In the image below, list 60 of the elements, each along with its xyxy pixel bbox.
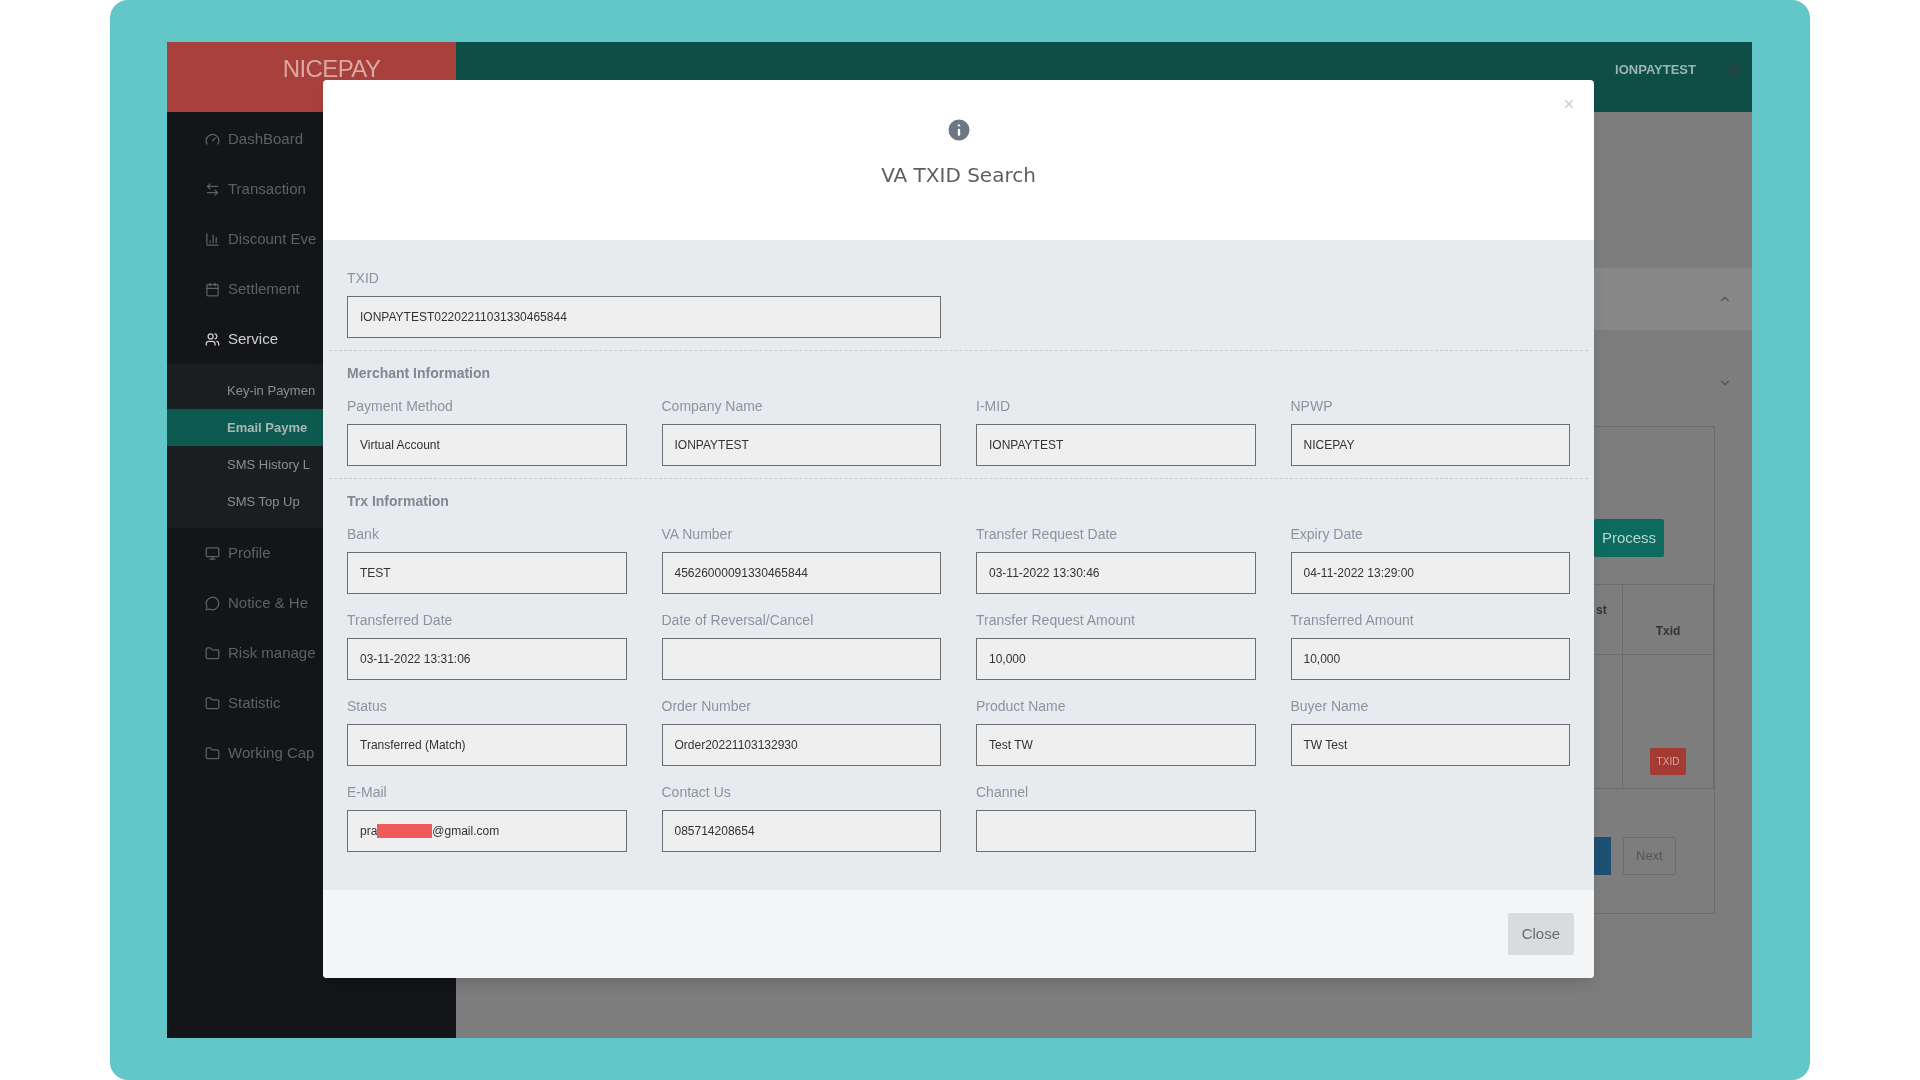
gauge-icon	[205, 131, 220, 147]
field-label: Date of Reversal/Cancel	[661, 611, 815, 630]
field-label: Status	[347, 697, 388, 716]
text-field[interactable]: NICEPAY	[1290, 424, 1570, 466]
text-field[interactable]: 10,000	[1290, 638, 1570, 680]
text-field[interactable]: 03-11-2022 13:31:06	[347, 638, 627, 680]
field-label: Bank	[347, 525, 380, 544]
text-field[interactable]: IONPAYTEST	[661, 424, 941, 466]
text-field[interactable]	[976, 810, 1256, 852]
close-icon[interactable]	[1562, 97, 1576, 111]
field-label: Contact Us	[661, 783, 732, 802]
chat-icon	[205, 595, 220, 611]
text-field[interactable]: Virtual Account	[347, 424, 627, 466]
field-label: Buyer Name	[1290, 697, 1370, 716]
bar-chart-icon	[205, 231, 220, 247]
users-icon	[205, 331, 220, 347]
text-field[interactable]: 45626000091330465844	[661, 552, 941, 594]
arrows-icon	[205, 181, 220, 197]
close-button[interactable]: Close	[1507, 913, 1574, 955]
modal-title: VA TXID Search	[881, 162, 1036, 189]
field-label: Company Name	[661, 397, 764, 416]
text-field[interactable]: 10,000	[976, 638, 1256, 680]
text-field[interactable]: Transferred (Match)	[347, 724, 627, 766]
field-label: Channel	[976, 783, 1030, 802]
page-button[interactable]	[1594, 837, 1611, 875]
folder-icon	[205, 695, 220, 711]
text-field[interactable]: IONPAYTEST02202211031330465844	[347, 296, 941, 338]
text-field[interactable]: IONPAYTEST	[976, 424, 1256, 466]
field-label: I-MID	[976, 397, 1012, 416]
field-label: Product Name	[976, 697, 1067, 716]
text-field[interactable]: TW Test	[1290, 724, 1570, 766]
field-label: E-Mail	[347, 783, 388, 802]
text-field[interactable]: 03-11-2022 13:30:46	[976, 552, 1256, 594]
table-header: Txid	[1654, 623, 1682, 640]
field-label: Expiry Date	[1290, 525, 1364, 544]
settings-icon[interactable]	[1726, 62, 1742, 78]
logo: NICEPAY	[282, 56, 381, 82]
field-label: VA Number	[661, 525, 734, 544]
field-label: Order Number	[661, 697, 752, 716]
monitor-icon	[205, 545, 220, 561]
text-field[interactable]: 04-11-2022 13:29:00	[1290, 552, 1570, 594]
section-title: Trx Information	[347, 492, 450, 511]
field-label: Transferred Amount	[1290, 611, 1415, 630]
folder-icon	[205, 645, 220, 661]
field-label: Transfer Request Date	[976, 525, 1119, 544]
user-name[interactable]: IONPAYTEST	[1615, 60, 1696, 80]
text-field[interactable]: pra @gmail.com	[347, 810, 627, 852]
field-label: Transfer Request Amount	[976, 611, 1136, 630]
field-label: NPWP	[1290, 397, 1334, 416]
folder-icon	[205, 745, 220, 761]
calendar-icon	[205, 281, 220, 297]
text-field[interactable]: Test TW	[976, 724, 1256, 766]
text-field[interactable]: TEST	[347, 552, 627, 594]
text-field[interactable]	[661, 638, 941, 680]
text-field[interactable]: Order20221103132930	[661, 724, 941, 766]
field-label: Transferred Date	[347, 611, 454, 630]
section-title: Merchant Information	[347, 364, 492, 383]
process-button[interactable]: Process	[1594, 519, 1664, 557]
field-label: TXID	[347, 269, 380, 288]
text-field[interactable]: 085714208654	[661, 810, 941, 852]
